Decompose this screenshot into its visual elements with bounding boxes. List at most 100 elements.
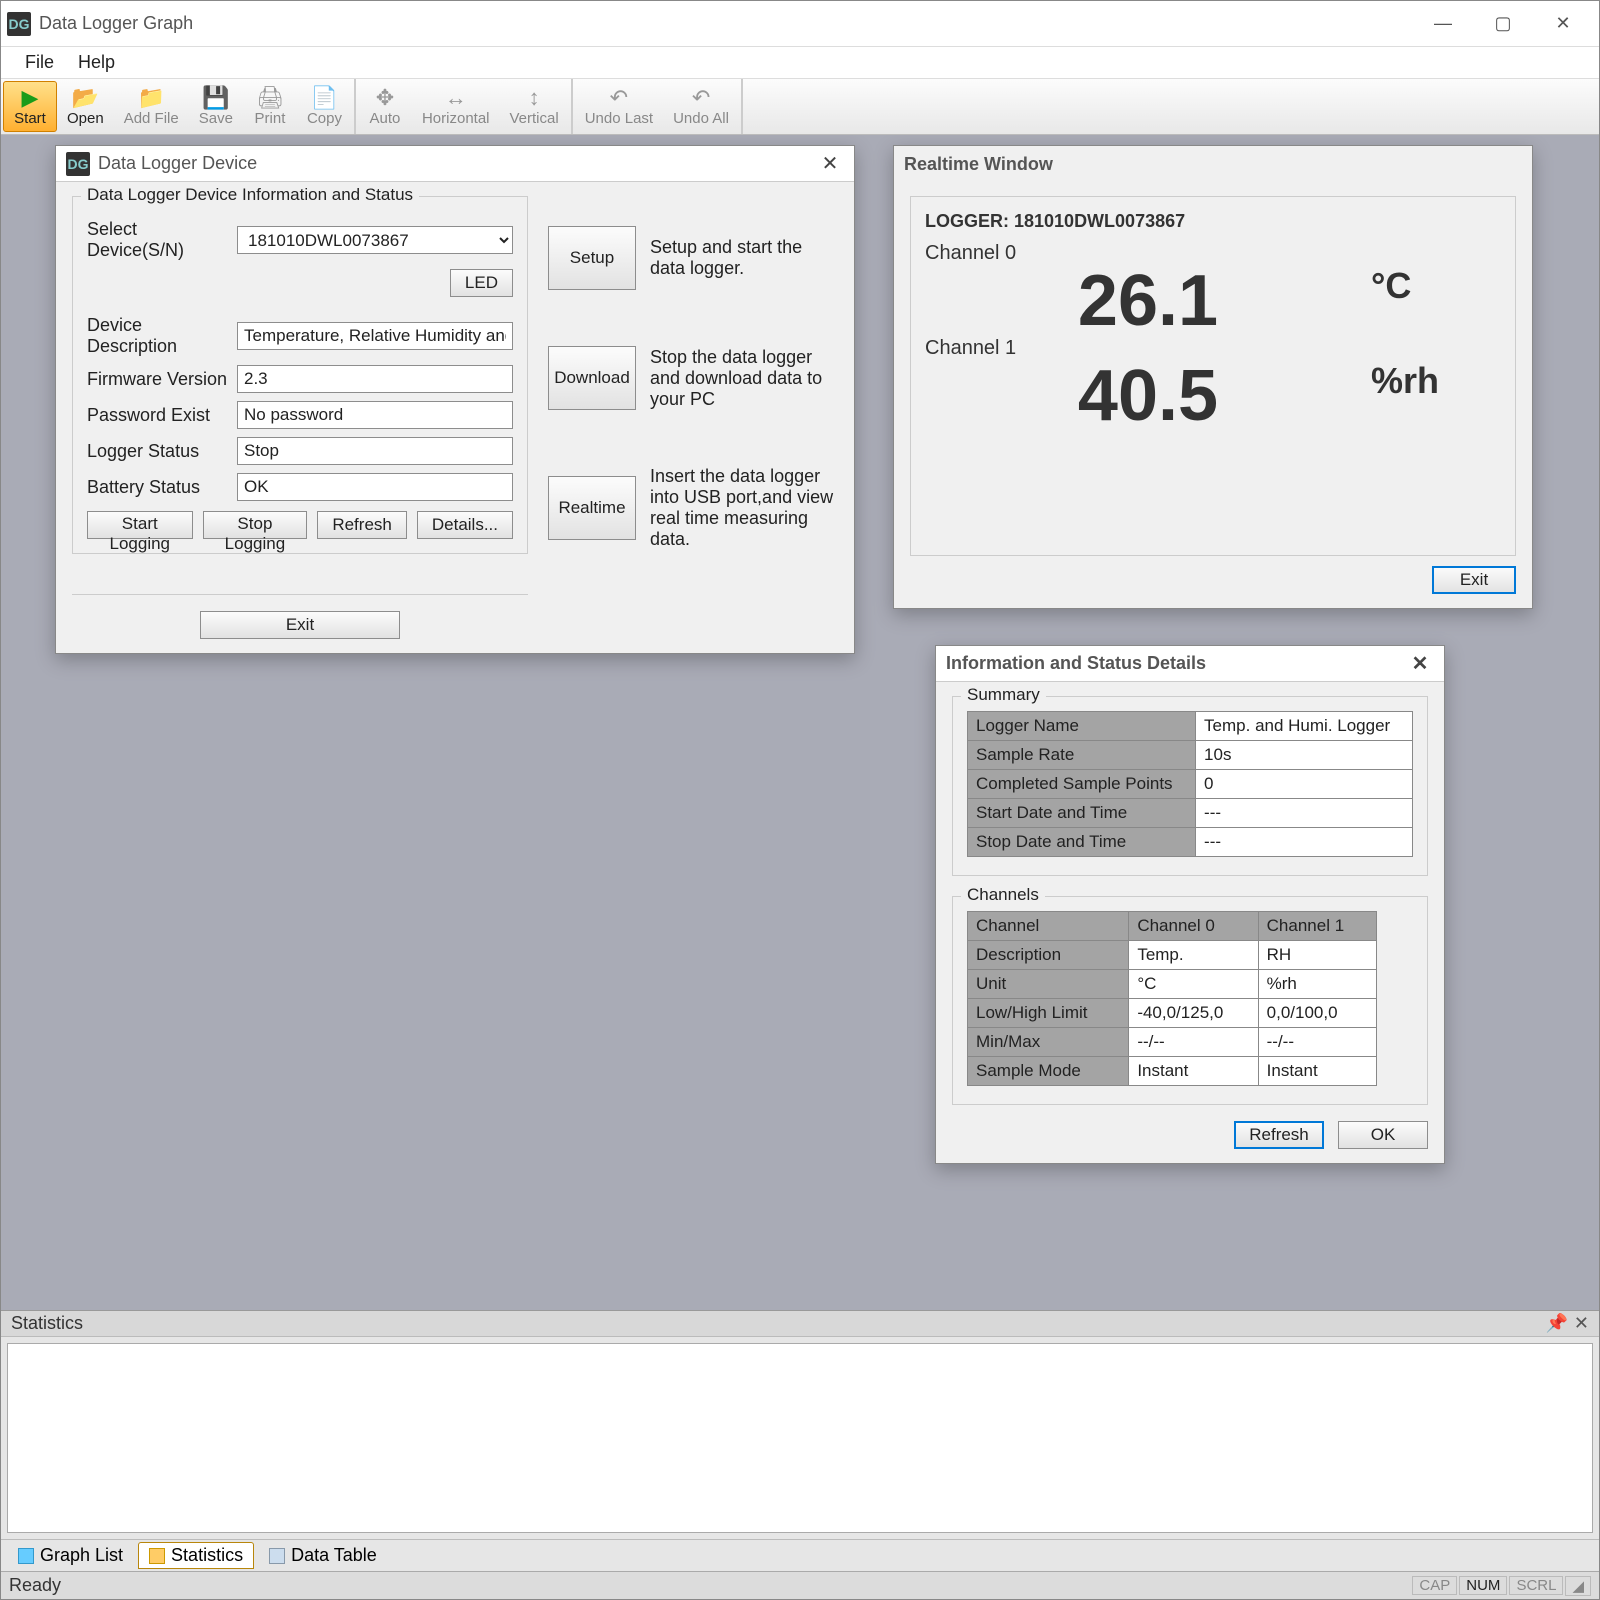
battery-status-field[interactable] <box>237 473 513 501</box>
toolbar-add-file[interactable]: 📁 Add File <box>114 81 189 132</box>
device-exit-button[interactable]: Exit <box>200 611 400 639</box>
mdi-client-area: DG Data Logger Device ✕ Data Logger Devi… <box>1 135 1599 1310</box>
undo-icon: ↶ <box>610 86 628 110</box>
status-ready: Ready <box>9 1575 1410 1596</box>
copy-icon: 📄 <box>311 86 338 110</box>
device-info-groupbox: Data Logger Device Information and Statu… <box>72 196 528 554</box>
start-logging-button[interactable]: Start Logging <box>87 511 193 539</box>
toolbar-auto[interactable]: ✥ Auto <box>358 81 412 132</box>
status-resize-grip[interactable]: ◢ <box>1565 1576 1591 1596</box>
realtime-button[interactable]: Realtime <box>548 476 636 540</box>
maximize-button[interactable]: ▢ <box>1473 4 1533 44</box>
status-cap: CAP <box>1412 1576 1457 1595</box>
realtime-groupbox: LOGGER: 181010DWL0073867 Channel 0 26.1 … <box>910 196 1516 556</box>
menu-file[interactable]: File <box>13 48 66 77</box>
tab-data-table[interactable]: Data Table <box>258 1542 388 1569</box>
firmware-version-label: Firmware Version <box>87 369 237 390</box>
folder-open-icon: 📂 <box>72 86 99 110</box>
window-title: Data Logger Graph <box>39 13 1413 34</box>
toolbar-vertical[interactable]: ↕ Vertical <box>500 81 569 132</box>
details-titlebar[interactable]: Information and Status Details ✕ <box>936 646 1444 682</box>
select-device-dropdown[interactable]: 181010DWL0073867 <box>237 226 513 254</box>
realtime-titlebar[interactable]: Realtime Window <box>894 146 1532 182</box>
toolbar-undo-last[interactable]: ↶ Undo Last <box>575 81 663 132</box>
toolbar-horizontal[interactable]: ↔ Horizontal <box>412 81 500 132</box>
logger-status-field[interactable] <box>237 437 513 465</box>
move-icon: ✥ <box>376 86 394 110</box>
device-description-label: Device Description <box>87 315 237 357</box>
channel-1-value: 40.5 <box>925 360 1371 432</box>
minimize-button[interactable]: — <box>1413 4 1473 44</box>
statistics-title: Statistics <box>11 1313 1539 1334</box>
details-button[interactable]: Details... <box>417 511 513 539</box>
statistics-icon <box>149 1548 165 1564</box>
status-scrl: SCRL <box>1509 1576 1563 1595</box>
realtime-description: Insert the data logger into USB port,and… <box>650 466 838 550</box>
toolbar-start[interactable]: ▶ Start <box>3 81 57 132</box>
device-dialog: DG Data Logger Device ✕ Data Logger Devi… <box>55 145 855 654</box>
setup-button[interactable]: Setup <box>548 226 636 290</box>
summary-legend: Summary <box>961 685 1046 705</box>
print-icon: 🖨 <box>256 86 284 110</box>
download-description: Stop the data logger and download data t… <box>650 347 838 410</box>
channels-table: ChannelChannel 0Channel 1 DescriptionTem… <box>967 911 1377 1086</box>
window-titlebar: DG Data Logger Graph — ▢ ✕ <box>1 1 1599 47</box>
toolbar-save[interactable]: 💾 Save <box>189 81 243 132</box>
channels-groupbox: Channels ChannelChannel 0Channel 1 Descr… <box>952 896 1428 1105</box>
tab-statistics[interactable]: Statistics <box>138 1542 254 1569</box>
device-dialog-close[interactable]: ✕ <box>816 151 844 176</box>
password-exist-field[interactable] <box>237 401 513 429</box>
toolbar-print[interactable]: 🖨 Print <box>243 81 297 132</box>
statistics-panel: Statistics 📌 ✕ <box>1 1310 1599 1539</box>
details-title: Information and Status Details <box>946 653 1406 674</box>
realtime-logger-id: LOGGER: 181010DWL0073867 <box>925 211 1501 232</box>
details-refresh-button[interactable]: Refresh <box>1234 1121 1324 1149</box>
save-icon: 💾 <box>202 86 229 110</box>
logger-status-label: Logger Status <box>87 441 237 462</box>
statistics-close-icon[interactable]: ✕ <box>1574 1313 1589 1334</box>
menu-help[interactable]: Help <box>66 48 127 77</box>
password-exist-label: Password Exist <box>87 405 237 426</box>
firmware-version-field[interactable] <box>237 365 513 393</box>
refresh-button[interactable]: Refresh <box>317 511 407 539</box>
download-button[interactable]: Download <box>548 346 636 410</box>
bottom-tab-bar: Graph List Statistics Data Table <box>1 1539 1599 1571</box>
details-close[interactable]: ✕ <box>1406 651 1434 676</box>
vertical-arrows-icon: ↕ <box>529 86 540 110</box>
device-dialog-title: Data Logger Device <box>98 153 816 174</box>
device-dialog-titlebar[interactable]: DG Data Logger Device ✕ <box>56 146 854 182</box>
menubar: File Help <box>1 47 1599 79</box>
toolbar-open[interactable]: 📂 Open <box>57 81 114 132</box>
undo-all-icon: ↶ <box>692 86 710 110</box>
statistics-pin-icon[interactable]: 📌 <box>1545 1313 1567 1334</box>
device-description-field[interactable] <box>237 322 513 350</box>
realtime-exit-button[interactable]: Exit <box>1432 566 1516 594</box>
channels-legend: Channels <box>961 885 1045 905</box>
data-table-icon <box>269 1548 285 1564</box>
realtime-title: Realtime Window <box>904 154 1522 175</box>
stop-logging-button[interactable]: Stop Logging <box>203 511 308 539</box>
led-button[interactable]: LED <box>450 269 513 297</box>
graph-list-icon <box>18 1548 34 1564</box>
channel-0-value: 26.1 <box>925 265 1371 337</box>
statistics-body <box>7 1343 1593 1533</box>
toolbar-undo-all[interactable]: ↶ Undo All <box>663 81 739 132</box>
select-device-label: Select Device(S/N) <box>87 219 237 261</box>
details-dialog: Information and Status Details ✕ Summary… <box>935 645 1445 1164</box>
tab-graph-list[interactable]: Graph List <box>7 1542 134 1569</box>
channel-0-unit: °C <box>1371 265 1501 307</box>
status-bar: Ready CAP NUM SCRL ◢ <box>1 1571 1599 1599</box>
toolbar: ▶ Start 📂 Open 📁 Add File 💾 Save 🖨 Print… <box>1 79 1599 135</box>
realtime-window: Realtime Window LOGGER: 181010DWL0073867… <box>893 145 1533 609</box>
details-ok-button[interactable]: OK <box>1338 1121 1428 1149</box>
summary-groupbox: Summary Logger NameTemp. and Humi. Logge… <box>952 696 1428 876</box>
app-icon: DG <box>7 12 31 36</box>
play-icon: ▶ <box>22 86 39 110</box>
toolbar-copy[interactable]: 📄 Copy <box>297 81 352 132</box>
battery-status-label: Battery Status <box>87 477 237 498</box>
summary-table: Logger NameTemp. and Humi. Logger Sample… <box>967 711 1413 857</box>
device-groupbox-legend: Data Logger Device Information and Statu… <box>81 185 419 205</box>
close-button[interactable]: ✕ <box>1533 4 1593 44</box>
app-icon: DG <box>66 152 90 176</box>
setup-description: Setup and start the data logger. <box>650 237 838 279</box>
